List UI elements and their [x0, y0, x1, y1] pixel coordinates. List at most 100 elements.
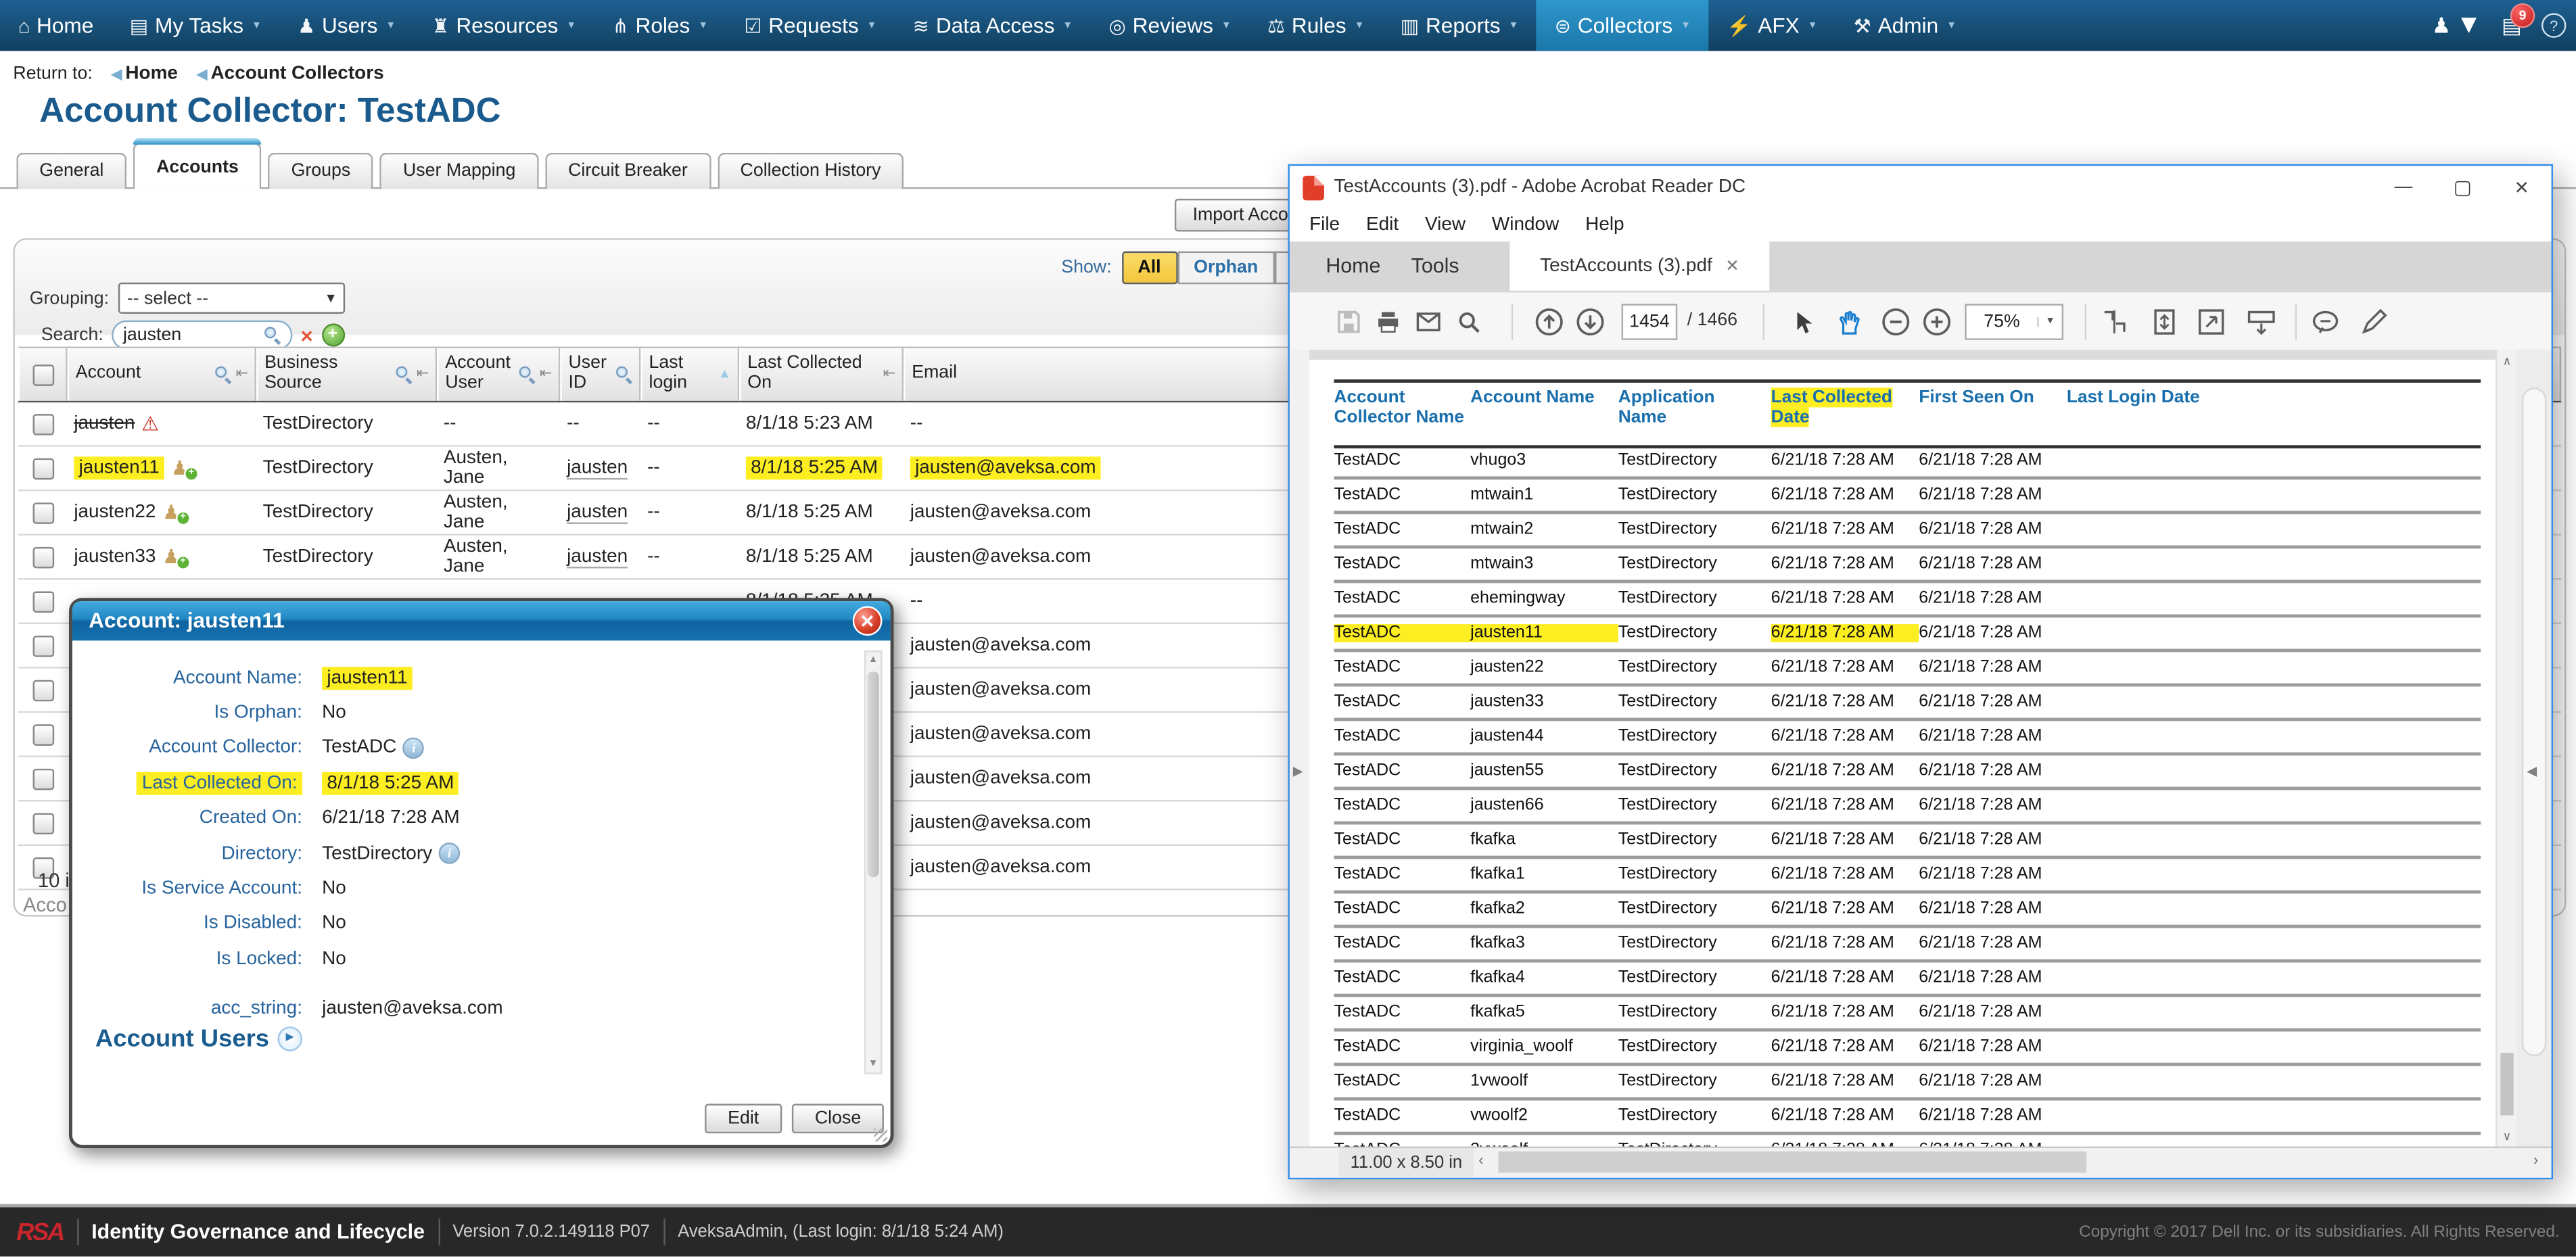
nav-resources[interactable]: ♜Resources▼ [414, 0, 594, 51]
user-id-link[interactable]: jausten [567, 546, 628, 568]
nav-admin[interactable]: ⚒Admin▼ [1835, 0, 1974, 51]
row-checkbox[interactable] [32, 768, 53, 790]
zoom-out-icon[interactable] [1879, 306, 1913, 339]
resize-grip[interactable] [874, 1129, 887, 1141]
help-icon[interactable]: ? [2542, 13, 2566, 37]
print-icon[interactable] [1372, 306, 1405, 339]
tab-accounts[interactable]: Accounts [133, 143, 262, 189]
user-id-link[interactable]: jausten [567, 502, 628, 523]
expand-left-pane-icon[interactable]: ▶ [1293, 764, 1303, 779]
nav-users[interactable]: ♟Users▼ [279, 0, 413, 51]
expand-icon[interactable]: ▶ [277, 1026, 302, 1051]
col-header-user-id[interactable]: User ID [560, 348, 640, 401]
col-header-last-login[interactable]: Last login▲ [640, 348, 739, 401]
save-icon[interactable] [1332, 306, 1365, 339]
next-page-icon[interactable] [1574, 306, 1607, 339]
read-mode-icon[interactable] [2244, 306, 2277, 339]
grouping-select[interactable]: -- select --▼ [119, 283, 346, 314]
column-search-icon[interactable] [216, 366, 232, 383]
nav-reports[interactable]: ▥Reports▼ [1382, 0, 1537, 51]
find-icon[interactable] [1452, 306, 1485, 339]
acrobat-tab-tools[interactable]: Tools [1411, 241, 1459, 291]
comment-icon[interactable] [2308, 306, 2341, 339]
info-icon[interactable]: i [439, 843, 461, 864]
account-users-section[interactable]: Account Users▶ [95, 1025, 302, 1053]
user-id-link[interactable]: jausten [567, 458, 628, 479]
scrolling-mode-icon[interactable] [2098, 306, 2131, 339]
nav-data-access[interactable]: ≋Data Access▼ [895, 0, 1091, 51]
row-checkbox[interactable] [32, 590, 53, 612]
fit-page-icon[interactable] [2147, 306, 2180, 339]
account-name-link[interactable]: jausten [74, 414, 135, 433]
minimize-button[interactable]: — [2374, 166, 2433, 208]
pdf-vertical-scrollbar[interactable]: ∧ ∨ [2496, 350, 2517, 1148]
acrobat-tab-home[interactable]: Home [1326, 241, 1380, 291]
menu-edit[interactable]: Edit [1366, 215, 1399, 235]
notifications-button[interactable]: ▤9 [2502, 12, 2522, 39]
clear-search-icon[interactable]: × [300, 325, 312, 346]
menu-help[interactable]: Help [1585, 215, 1624, 235]
page-number-input[interactable]: 1454 [1622, 304, 1678, 339]
row-checkbox[interactable] [32, 458, 53, 479]
scroll-down-icon[interactable]: ▼ [866, 1060, 881, 1070]
scrollbar-thumb[interactable] [868, 672, 879, 878]
nav-home[interactable]: ⌂Home [0, 0, 112, 51]
nav-requests[interactable]: ☑Requests▼ [726, 0, 895, 51]
collapse-right-pane-icon[interactable]: ◀ [2527, 764, 2537, 779]
row-checkbox[interactable] [32, 546, 53, 568]
edit-button[interactable]: Edit [705, 1104, 782, 1133]
account-name-link[interactable]: jausten11 [74, 456, 164, 479]
show-orphan-button[interactable]: Orphan [1177, 252, 1275, 285]
scroll-right-icon[interactable]: › [2533, 1152, 2538, 1168]
scrollbar-thumb[interactable] [2500, 1053, 2513, 1115]
col-header-account-user[interactable]: Account User⇤ [437, 348, 560, 401]
scroll-up-icon[interactable]: ▲ [866, 655, 881, 665]
breadcrumb-home-link[interactable]: Home [125, 64, 178, 84]
tab-collection-history[interactable]: Collection History [718, 153, 904, 189]
tab-circuit-breaker[interactable]: Circuit Breaker [545, 153, 711, 189]
fullscreen-icon[interactable] [2195, 306, 2228, 339]
zoom-in-icon[interactable] [1921, 306, 1954, 339]
col-header-last-collected-on[interactable]: Last Collected On⇤ [739, 348, 904, 401]
row-checkbox[interactable] [32, 679, 53, 701]
close-button[interactable]: Close [792, 1104, 884, 1133]
breadcrumb-account-collectors-link[interactable]: Account Collectors [211, 64, 384, 84]
tab-user-mapping[interactable]: User Mapping [380, 153, 538, 189]
nav-my-tasks[interactable]: ▤My Tasks▼ [112, 0, 279, 51]
horizontal-scrollbar-thumb[interactable] [1498, 1152, 2086, 1173]
row-checkbox[interactable] [32, 812, 53, 834]
select-all-checkbox[interactable] [18, 348, 68, 401]
acrobat-title-bar[interactable]: TestAccounts (3).pdf - Adobe Acrobat Rea… [1290, 166, 2552, 208]
email-icon[interactable] [1411, 306, 1445, 339]
menu-view[interactable]: View [1425, 215, 1466, 235]
column-filter-icon[interactable]: ⇤ [883, 366, 895, 382]
close-window-button[interactable]: ✕ [2492, 166, 2551, 208]
column-search-icon[interactable] [520, 366, 536, 383]
zoom-level-select[interactable]: 75%▼ [1965, 304, 2063, 339]
previous-page-icon[interactable] [1532, 306, 1566, 339]
column-filter-icon[interactable]: ⇤ [540, 366, 552, 382]
scroll-up-icon[interactable]: ∧ [2497, 355, 2516, 368]
document-tab[interactable]: TestAccounts (3).pdf✕ [1509, 241, 1769, 291]
search-icon[interactable] [264, 327, 281, 343]
tab-general[interactable]: General [16, 153, 126, 189]
col-header-account[interactable]: Account⇤ [68, 348, 256, 401]
row-checkbox[interactable] [32, 724, 53, 745]
menu-file[interactable]: File [1309, 215, 1340, 235]
fill-sign-icon[interactable] [2358, 306, 2391, 339]
scroll-left-icon[interactable]: ‹ [1478, 1152, 1483, 1168]
tab-groups[interactable]: Groups [268, 153, 374, 189]
nav-afx[interactable]: ⚡AFX▼ [1709, 0, 1836, 51]
nav-rules[interactable]: ⚖Rules▼ [1249, 0, 1382, 51]
row-checkbox[interactable] [32, 635, 53, 657]
dialog-title[interactable]: Account: jausten11 [72, 601, 891, 640]
nav-reviews[interactable]: ◎Reviews▼ [1091, 0, 1250, 51]
add-filter-icon[interactable]: + [321, 324, 344, 347]
nav-roles[interactable]: ⋔Roles▼ [594, 0, 726, 51]
row-checkbox[interactable] [32, 502, 53, 523]
user-menu[interactable]: ♟▼ [2432, 11, 2482, 41]
column-filter-icon[interactable]: ⇤ [417, 366, 429, 382]
menu-window[interactable]: Window [1492, 215, 1559, 235]
dialog-scrollbar[interactable]: ▲▼ [864, 650, 883, 1074]
maximize-button[interactable]: ▢ [2433, 166, 2492, 208]
